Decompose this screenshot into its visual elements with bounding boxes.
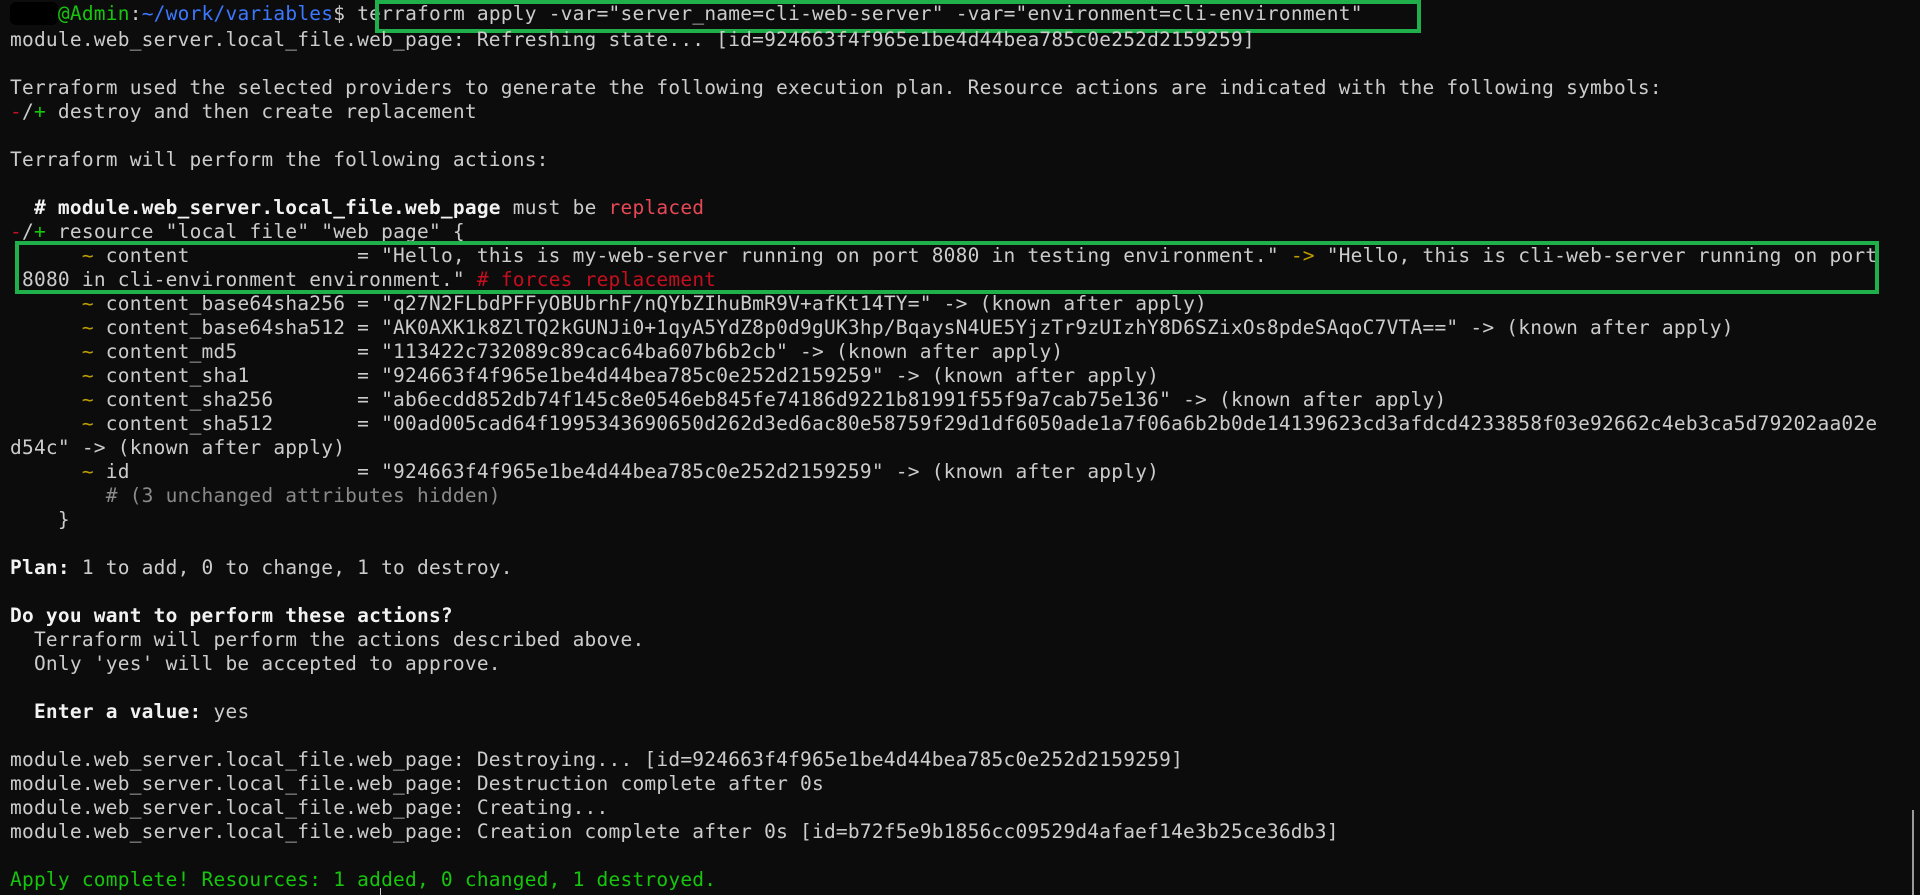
- confirm-question: Do you want to perform these actions?: [10, 604, 453, 627]
- destroying-line: module.web_server.local_file.web_page: D…: [10, 748, 1184, 771]
- resource-declaration: resource "local_file" "web_page" {: [45, 220, 465, 243]
- resource-declaration-line: -/+ resource "local_file" "web_page" {: [10, 220, 465, 244]
- attr-content-sha512: content_sha512 = "00ad005cad64f199534369…: [93, 412, 1878, 435]
- tilde-icon: ~: [81, 460, 94, 483]
- prompt-host: @Admin: [57, 2, 130, 25]
- refreshing-line: module.web_server.local_file.web_page: R…: [10, 28, 1255, 51]
- unchanged-attributes-comment: # (3 unchanged attributes hidden): [10, 484, 501, 507]
- content-new-value: "Hello, this is cli-web-server running o…: [1314, 244, 1878, 267]
- attr-line: ~ content_base64sha256 = "q27N2FLbdPFFyO…: [10, 292, 1207, 316]
- creating-line: module.web_server.local_file.web_page: C…: [10, 796, 609, 819]
- plus-symbol: +: [33, 100, 46, 123]
- vertical-scrollbar[interactable]: [1912, 810, 1914, 895]
- resource-comment-line: # module.web_server.local_file.web_page …: [10, 196, 704, 220]
- must-be-text: must be: [500, 196, 609, 219]
- plan-summary: 1 to add, 0 to change, 1 to destroy.: [69, 556, 513, 579]
- tilde-icon: ~: [81, 412, 94, 435]
- tilde-icon: ~: [81, 316, 94, 339]
- plus-symbol: +: [33, 220, 46, 243]
- redacted-username: user: [10, 2, 58, 25]
- attr-line: ~ id = "924663f4f965e1be4d44bea785c0e252…: [10, 460, 1159, 484]
- replaced-label: replaced: [608, 196, 705, 219]
- attr-line: ~ content_md5 = "113422c732089c89cac64ba…: [10, 340, 1063, 364]
- creation-complete-line: module.web_server.local_file.web_page: C…: [10, 820, 1339, 843]
- attr-id: id = "924663f4f965e1be4d44bea785c0e252d2…: [93, 460, 1160, 483]
- tilde-icon: ~: [81, 364, 94, 387]
- forces-replacement-comment: # forces replacement: [476, 268, 717, 291]
- terminal-window[interactable]: user@Admin:~/work/variables$ terraform a…: [0, 0, 1920, 895]
- apply-complete-line: Apply complete! Resources: 1 added, 0 ch…: [10, 868, 717, 891]
- closing-brace: }: [10, 508, 70, 531]
- minus-symbol: -: [10, 220, 22, 243]
- attr-line: ~ content_sha1 = "924663f4f965e1be4d44be…: [10, 364, 1159, 388]
- attr-wrap-line: d54c" -> (known after apply): [10, 436, 346, 459]
- slash-symbol: /: [21, 100, 34, 123]
- prompt-symbol: $: [333, 2, 346, 25]
- arrow-icon: ->: [1290, 244, 1315, 267]
- attr-content-base64sha512: content_base64sha512 = "AK0AXK1k8ZlTQ2kG…: [93, 316, 1734, 339]
- attr-content-base64sha256: content_base64sha256 = "q27N2FLbdPFFyOBU…: [93, 292, 1208, 315]
- attr-content-md5: content_md5 = "113422c732089c89cac64ba60…: [93, 340, 1064, 363]
- slash-symbol: /: [21, 220, 34, 243]
- enter-value-line: Enter a value: yes: [10, 700, 249, 724]
- confirm-description-1: Terraform will perform the actions descr…: [10, 628, 645, 651]
- attr-line: ~ content_sha256 = "ab6ecdd852db74f145c8…: [10, 388, 1446, 412]
- command-text: terraform apply -var="server_name=cli-we…: [345, 2, 1363, 25]
- destruction-complete-line: module.web_server.local_file.web_page: D…: [10, 772, 824, 795]
- tilde-icon: ~: [81, 244, 94, 267]
- content-new-value-cont: 8080 in cli-environment environment.": [22, 268, 477, 291]
- attr-content-sha256: content_sha256 = "ab6ecdd852db74f145c8e0…: [93, 388, 1447, 411]
- attr-content-sha1: content_sha1 = "924663f4f965e1be4d44bea7…: [93, 364, 1160, 387]
- enter-value-input: yes: [201, 700, 250, 723]
- plan-intro-line: Terraform used the selected providers to…: [10, 76, 1662, 99]
- attr-line: ~ content_sha512 = "00ad005cad64f1995343…: [10, 412, 1877, 436]
- prompt-separator: :: [129, 2, 142, 25]
- plan-summary-line: Plan: 1 to add, 0 to change, 1 to destro…: [10, 556, 513, 580]
- minus-symbol: -: [10, 100, 22, 123]
- perform-actions-line: Terraform will perform the following act…: [10, 148, 549, 171]
- confirm-description-2: Only 'yes' will be accepted to approve.: [10, 652, 501, 675]
- plan-label: Plan:: [10, 556, 70, 579]
- tilde-icon: ~: [81, 388, 94, 411]
- attr-line: ~ content_base64sha512 = "AK0AXK1k8ZlTQ2…: [10, 316, 1734, 340]
- content-attr-wrap-line: 8080 in cli-environment environment." # …: [22, 268, 716, 292]
- symbol-legend-line: -/+ destroy and then create replacement: [10, 100, 477, 124]
- tilde-icon: ~: [81, 292, 94, 315]
- text-cursor: [380, 888, 381, 895]
- resource-address: # module.web_server.local_file.web_page: [10, 196, 501, 219]
- enter-value-label: Enter a value:: [10, 700, 202, 723]
- content-attr-line: ~ content = "Hello, this is my-web-serve…: [10, 244, 1877, 268]
- prompt-line: user@Admin:~/work/variables$ terraform a…: [10, 2, 1363, 26]
- content-old-value: content = "Hello, this is my-web-server …: [93, 244, 1291, 267]
- symbol-description: destroy and then create replacement: [45, 100, 477, 123]
- prompt-path: ~/work/variables: [141, 2, 334, 25]
- tilde-icon: ~: [81, 340, 94, 363]
